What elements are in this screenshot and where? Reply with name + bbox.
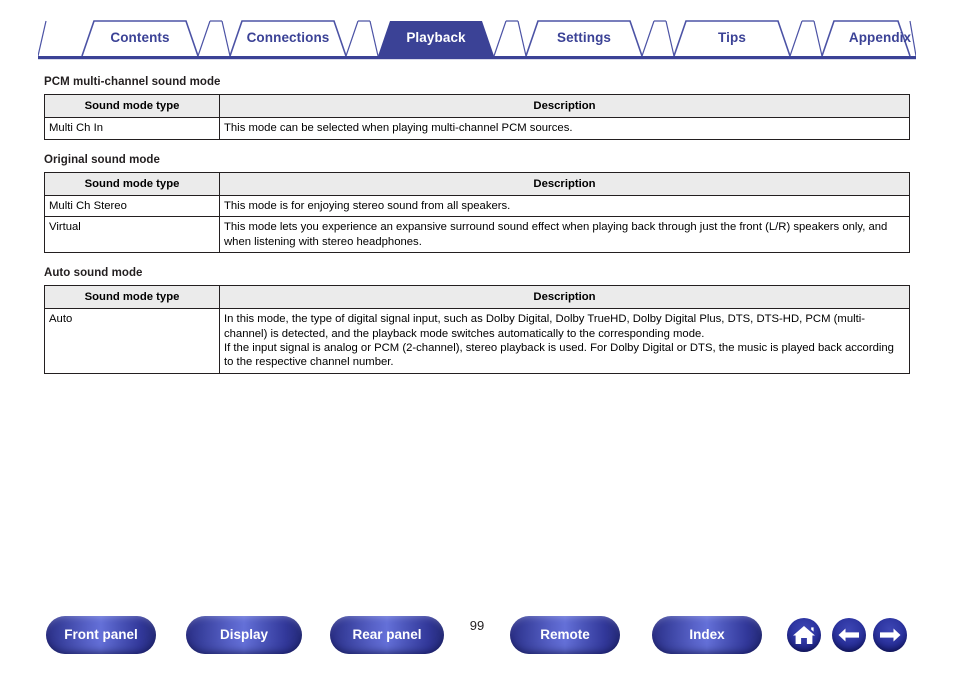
cell-description: This mode is for enjoying stereo sound f… (219, 195, 910, 218)
column-header-description: Description (219, 93, 910, 119)
tab-appendix[interactable]: Appendix (806, 18, 954, 58)
tab-tips[interactable]: Tips (658, 18, 806, 58)
table-header-row: Sound mode type Description (44, 171, 910, 197)
tab-playback[interactable]: Playback (362, 18, 510, 58)
section-title: Auto sound mode (44, 267, 143, 280)
section-auto-sound-mode: Auto sound mode Sound mode type Descript… (44, 267, 910, 374)
column-header-sound-mode-type: Sound mode type (44, 93, 220, 119)
section-pcm-multi-channel: PCM multi-channel sound mode Sound mode … (44, 76, 910, 140)
description-line: This mode lets you experience an expansi… (224, 221, 888, 248)
cell-sound-mode-type: Virtual (44, 216, 220, 254)
section-title: Original sound mode (44, 153, 160, 166)
display-button[interactable]: Display (186, 616, 302, 654)
sound-mode-table: Sound mode type Description Auto In this… (44, 285, 910, 374)
table-header-row: Sound mode type Description (44, 93, 910, 119)
column-header-sound-mode-type: Sound mode type (44, 171, 220, 197)
sound-mode-table: Sound mode type Description Multi Ch Ste… (44, 171, 910, 254)
column-header-sound-mode-type: Sound mode type (44, 285, 220, 310)
tab-settings[interactable]: Settings (510, 18, 658, 58)
arrow-right-icon (880, 628, 901, 642)
cell-sound-mode-type: Multi Ch Stereo (44, 195, 220, 218)
table-row: Auto In this mode, the type of digital s… (44, 308, 910, 374)
description-line: This mode is for enjoying stereo sound f… (224, 200, 511, 213)
column-header-description: Description (219, 171, 910, 197)
index-button[interactable]: Index (652, 616, 762, 654)
table-header-row: Sound mode type Description (44, 285, 910, 310)
page-content: PCM multi-channel sound mode Sound mode … (44, 76, 910, 374)
cell-description: This mode can be selected when playing m… (219, 117, 910, 140)
remote-button[interactable]: Remote (510, 616, 620, 654)
description-line: If the input signal is analog or PCM (2-… (224, 342, 894, 369)
home-icon (793, 626, 815, 644)
cell-description: In this mode, the type of digital signal… (219, 308, 910, 374)
description-line: This mode can be selected when playing m… (224, 122, 573, 135)
home-button[interactable] (787, 618, 821, 652)
column-header-description: Description (219, 285, 910, 310)
footer-navigation: Front panel Display Rear panel 99 Remote… (0, 616, 954, 658)
previous-page-button[interactable] (832, 618, 866, 652)
table-row: Virtual This mode lets you experience an… (44, 216, 910, 254)
page-number: 99 (469, 618, 485, 633)
section-original-sound-mode: Original sound mode Sound mode type Desc… (44, 153, 910, 254)
front-panel-button[interactable]: Front panel (46, 616, 156, 654)
description-line: In this mode, the type of digital signal… (224, 313, 866, 340)
cell-sound-mode-type: Auto (44, 308, 220, 374)
arrow-left-icon (838, 628, 859, 642)
top-tab-bar: Contents Connections Playback Settings T… (38, 18, 916, 60)
next-page-button[interactable] (873, 618, 907, 652)
tab-contents[interactable]: Contents (66, 18, 214, 58)
tab-connections[interactable]: Connections (214, 18, 362, 58)
rear-panel-button[interactable]: Rear panel (330, 616, 444, 654)
cell-sound-mode-type: Multi Ch In (44, 117, 220, 140)
sound-mode-table: Sound mode type Description Multi Ch In … (44, 93, 910, 140)
cell-description: This mode lets you experience an expansi… (219, 216, 910, 254)
table-row: Multi Ch In This mode can be selected wh… (44, 117, 910, 140)
table-row: Multi Ch Stereo This mode is for enjoyin… (44, 195, 910, 218)
section-title: PCM multi-channel sound mode (44, 76, 221, 88)
